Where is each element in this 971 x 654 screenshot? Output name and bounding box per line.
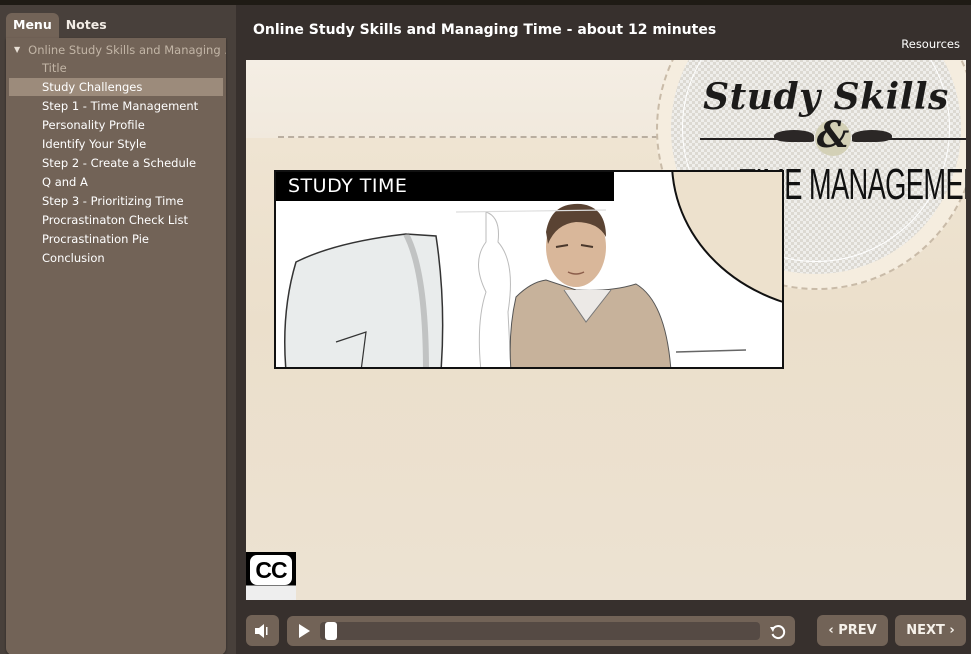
- tab-notes[interactable]: Notes: [59, 13, 114, 40]
- next-button-content: NEXT ›: [895, 615, 966, 646]
- photo-label-bar: STUDY TIME: [276, 172, 614, 201]
- menu-item-conclusion[interactable]: Conclusion: [9, 249, 223, 267]
- menu-item-step1-time-management[interactable]: Step 1 - Time Management: [9, 97, 223, 115]
- slide-stage: Study Skills & TIME MANAGEMENT STUDY TIM…: [246, 60, 966, 600]
- closed-captions-button[interactable]: CC: [246, 552, 296, 600]
- sidebar-tabs: Menu Notes: [6, 13, 114, 40]
- menu-course-node[interactable]: ▼ Online Study Skills and Managing ...: [6, 40, 226, 59]
- menu-item-q-and-a[interactable]: Q and A: [9, 173, 223, 191]
- chevron-right-icon: ›: [949, 623, 955, 638]
- seekbar-track[interactable]: [320, 622, 760, 640]
- menu-item-procrastination-pie[interactable]: Procrastination Pie: [9, 230, 223, 248]
- menu-item-study-challenges[interactable]: Study Challenges: [9, 78, 223, 96]
- menu-item-step3-prioritizing-time[interactable]: Step 3 - Prioritizing Time: [9, 192, 223, 210]
- menu-course-label: Online Study Skills and Managing ...: [28, 42, 226, 57]
- next-button[interactable]: NEXT ›: [895, 615, 966, 646]
- menu-item-step2-create-schedule[interactable]: Step 2 - Create a Schedule: [9, 154, 223, 172]
- menu-panel: ▼ Online Study Skills and Managing ... T…: [6, 38, 226, 654]
- prev-button[interactable]: ‹ PREV: [817, 615, 888, 646]
- menu-item-title[interactable]: Title: [9, 59, 223, 77]
- seekbar-thumb[interactable]: [325, 622, 338, 640]
- flourish-right-icon: [852, 130, 892, 142]
- menu-item-identify-your-style[interactable]: Identify Your Style: [9, 135, 223, 153]
- replay-icon[interactable]: [769, 623, 787, 641]
- prev-button-content: ‹ PREV: [817, 615, 888, 646]
- next-label: NEXT: [906, 623, 945, 638]
- tab-menu[interactable]: Menu: [6, 13, 59, 40]
- play-icon[interactable]: [299, 624, 310, 638]
- course-title: Online Study Skills and Managing Time - …: [253, 22, 717, 38]
- badge-script-title: Study Skills: [703, 76, 949, 118]
- cc-icon: CC: [250, 555, 292, 585]
- prev-label: PREV: [838, 623, 877, 638]
- dashed-divider: [278, 136, 668, 138]
- sidebar: Menu Notes ▼ Online Study Skills and Man…: [0, 5, 236, 654]
- badge-ampersand: &: [816, 114, 850, 156]
- menu-item-personality-profile[interactable]: Personality Profile: [9, 116, 223, 134]
- volume-button[interactable]: [246, 615, 279, 646]
- seekbar-container: [287, 616, 795, 646]
- badge-ampersand-ornament: &: [700, 114, 966, 158]
- resources-link[interactable]: Resources: [901, 37, 960, 51]
- expand-triangle-icon[interactable]: ▼: [14, 45, 20, 54]
- speaker-icon: [255, 624, 268, 638]
- chevron-left-icon: ‹: [828, 623, 834, 638]
- menu-item-procrastination-check-list[interactable]: Procrastinaton Check List: [9, 211, 223, 229]
- photo-label: STUDY TIME: [288, 175, 408, 197]
- study-time-illustration: STUDY TIME: [274, 170, 784, 369]
